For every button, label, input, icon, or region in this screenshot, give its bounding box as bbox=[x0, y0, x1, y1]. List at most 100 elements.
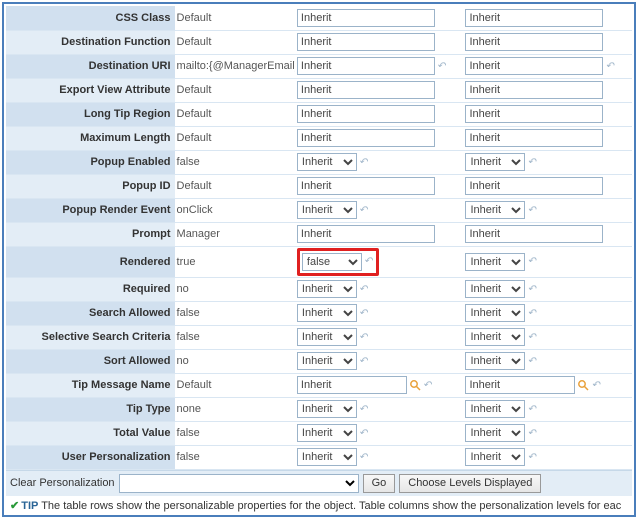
table-row: Popup Render EventonClickInherit↶Inherit… bbox=[6, 198, 632, 222]
inherit-cell bbox=[463, 30, 632, 54]
inherit-text-input[interactable] bbox=[297, 129, 435, 147]
clear-personalization-select[interactable] bbox=[119, 474, 359, 493]
inherit-select[interactable]: Inherit bbox=[297, 352, 357, 370]
undo-icon[interactable]: ↶ bbox=[359, 284, 367, 295]
inherit-cell bbox=[463, 6, 632, 30]
inherit-select[interactable]: Inherit bbox=[297, 328, 357, 346]
inherit-text-input[interactable] bbox=[297, 33, 435, 51]
undo-icon[interactable]: ↶ bbox=[527, 356, 535, 367]
inherit-cell: false↶ bbox=[295, 246, 464, 277]
inherit-cell: Inherit↶ bbox=[463, 277, 632, 301]
undo-icon[interactable]: ↶ bbox=[605, 61, 613, 72]
inherit-select[interactable]: Inherit bbox=[297, 400, 357, 418]
undo-icon[interactable]: ↶ bbox=[359, 308, 367, 319]
inherit-lookup-input[interactable] bbox=[465, 376, 575, 394]
undo-icon[interactable]: ↶ bbox=[527, 284, 535, 295]
undo-icon[interactable]: ↶ bbox=[359, 157, 367, 168]
inherit-select[interactable]: Inherit bbox=[465, 352, 525, 370]
inherit-select[interactable]: Inherit bbox=[465, 153, 525, 171]
undo-icon[interactable]: ↶ bbox=[359, 452, 367, 463]
property-label: Popup ID bbox=[6, 174, 175, 198]
table-row: Search AllowedfalseInherit↶Inherit↶ bbox=[6, 301, 632, 325]
inherit-select[interactable]: Inherit bbox=[465, 253, 525, 271]
inherit-text-input[interactable] bbox=[465, 129, 603, 147]
property-label: Destination Function bbox=[6, 30, 175, 54]
search-icon[interactable] bbox=[577, 379, 589, 391]
undo-icon[interactable]: ↶ bbox=[359, 428, 367, 439]
property-value: mailto:{@ManagerEmail} bbox=[175, 54, 295, 78]
table-row: Tip TypenoneInherit↶Inherit↶ bbox=[6, 397, 632, 421]
undo-icon[interactable]: ↶ bbox=[527, 428, 535, 439]
property-label: Maximum Length bbox=[6, 126, 175, 150]
property-label: Popup Enabled bbox=[6, 150, 175, 174]
inherit-text-input[interactable] bbox=[297, 81, 435, 99]
inherit-select[interactable]: false bbox=[302, 253, 362, 271]
table-row: Destination FunctionDefault bbox=[6, 30, 632, 54]
property-label: User Personalization bbox=[6, 445, 175, 469]
property-value: Default bbox=[175, 174, 295, 198]
search-icon[interactable] bbox=[409, 379, 421, 391]
undo-icon[interactable]: ↶ bbox=[527, 205, 535, 216]
inherit-select[interactable]: Inherit bbox=[297, 424, 357, 442]
inherit-cell: ↶ bbox=[463, 54, 632, 78]
inherit-cell: Inherit↶ bbox=[295, 150, 464, 174]
footer-bar: Clear Personalization Go Choose Levels D… bbox=[6, 470, 632, 496]
property-label: Tip Type bbox=[6, 397, 175, 421]
inherit-select[interactable]: Inherit bbox=[465, 328, 525, 346]
inherit-text-input[interactable] bbox=[465, 81, 603, 99]
inherit-select[interactable]: Inherit bbox=[465, 280, 525, 298]
inherit-cell: Inherit↶ bbox=[463, 397, 632, 421]
inherit-select[interactable]: Inherit bbox=[465, 448, 525, 466]
inherit-text-input[interactable] bbox=[465, 105, 603, 123]
inherit-select[interactable]: Inherit bbox=[297, 304, 357, 322]
table-row: Renderedtruefalse↶Inherit↶ bbox=[6, 246, 632, 277]
choose-levels-button[interactable]: Choose Levels Displayed bbox=[399, 474, 541, 493]
inherit-text-input[interactable] bbox=[465, 57, 603, 75]
property-label: Required bbox=[6, 277, 175, 301]
inherit-select[interactable]: Inherit bbox=[465, 424, 525, 442]
undo-icon[interactable]: ↶ bbox=[527, 332, 535, 343]
inherit-select[interactable]: Inherit bbox=[297, 448, 357, 466]
inherit-text-input[interactable] bbox=[297, 9, 435, 27]
undo-icon[interactable]: ↶ bbox=[423, 380, 431, 391]
table-row: RequirednoInherit↶Inherit↶ bbox=[6, 277, 632, 301]
undo-icon[interactable]: ↶ bbox=[359, 332, 367, 343]
highlighted-field: false↶ bbox=[297, 248, 379, 276]
undo-icon[interactable]: ↶ bbox=[527, 157, 535, 168]
property-label: Selective Search Criteria bbox=[6, 325, 175, 349]
inherit-cell: Inherit↶ bbox=[463, 325, 632, 349]
undo-icon[interactable]: ↶ bbox=[527, 404, 535, 415]
inherit-select[interactable]: Inherit bbox=[465, 400, 525, 418]
inherit-cell: Inherit↶ bbox=[295, 325, 464, 349]
undo-icon[interactable]: ↶ bbox=[527, 308, 535, 319]
table-row: Maximum LengthDefault bbox=[6, 126, 632, 150]
inherit-lookup-input[interactable] bbox=[297, 376, 407, 394]
undo-icon[interactable]: ↶ bbox=[359, 205, 367, 216]
inherit-select[interactable]: Inherit bbox=[297, 201, 357, 219]
undo-icon[interactable]: ↶ bbox=[437, 61, 445, 72]
inherit-text-input[interactable] bbox=[465, 9, 603, 27]
inherit-cell: Inherit↶ bbox=[463, 301, 632, 325]
inherit-text-input[interactable] bbox=[297, 105, 435, 123]
property-value: Default bbox=[175, 78, 295, 102]
undo-icon[interactable]: ↶ bbox=[527, 256, 535, 267]
undo-icon[interactable]: ↶ bbox=[359, 356, 367, 367]
inherit-text-input[interactable] bbox=[465, 177, 603, 195]
inherit-text-input[interactable] bbox=[297, 57, 435, 75]
inherit-select[interactable]: Inherit bbox=[297, 153, 357, 171]
undo-icon[interactable]: ↶ bbox=[364, 256, 372, 267]
go-button[interactable]: Go bbox=[363, 474, 396, 493]
inherit-text-input[interactable] bbox=[465, 33, 603, 51]
inherit-text-input[interactable] bbox=[465, 225, 603, 243]
inherit-text-input[interactable] bbox=[297, 177, 435, 195]
property-value: no bbox=[175, 349, 295, 373]
inherit-select[interactable]: Inherit bbox=[465, 304, 525, 322]
undo-icon[interactable]: ↶ bbox=[591, 380, 599, 391]
inherit-cell: Inherit↶ bbox=[295, 198, 464, 222]
inherit-select[interactable]: Inherit bbox=[297, 280, 357, 298]
undo-icon[interactable]: ↶ bbox=[527, 452, 535, 463]
inherit-select[interactable]: Inherit bbox=[465, 201, 525, 219]
property-label: Search Allowed bbox=[6, 301, 175, 325]
inherit-text-input[interactable] bbox=[297, 225, 435, 243]
undo-icon[interactable]: ↶ bbox=[359, 404, 367, 415]
